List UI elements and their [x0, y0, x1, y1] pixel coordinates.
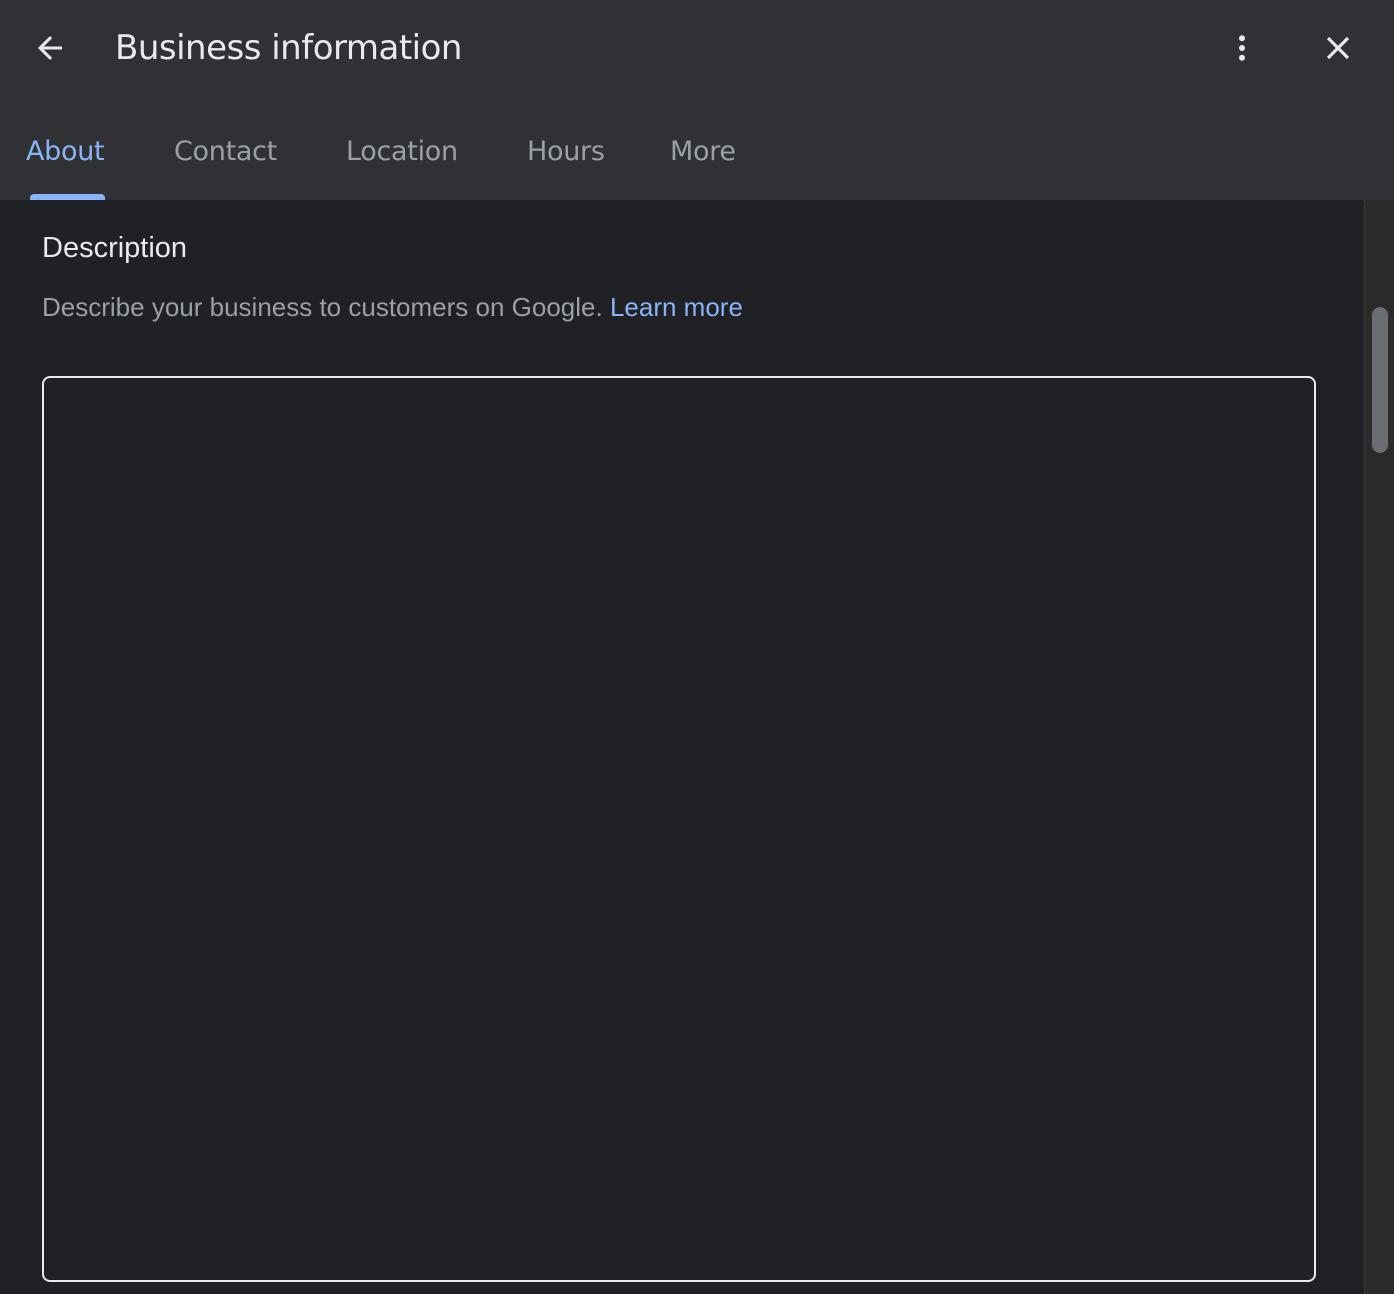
more-vert-icon [1239, 35, 1245, 61]
scrollbar-thumb[interactable] [1372, 307, 1388, 453]
tab-hours[interactable]: Hours [527, 120, 605, 200]
dialog-title: Business information [115, 28, 462, 68]
back-button[interactable] [26, 24, 74, 72]
learn-more-link[interactable]: Learn more [610, 292, 743, 322]
dialog-header: Business information About Contact Locat… [0, 0, 1394, 200]
tab-contact[interactable]: Contact [174, 120, 277, 200]
close-icon [1326, 36, 1350, 60]
more-options-button[interactable] [1218, 24, 1266, 72]
description-title: Description [42, 232, 188, 264]
tab-more[interactable]: More [670, 120, 736, 200]
tab-location[interactable]: Location [346, 120, 458, 200]
description-help-text: Describe your business to customers on G… [42, 290, 743, 324]
help-text: Describe your business to customers on G… [42, 292, 603, 322]
arrow-back-icon [38, 36, 62, 60]
tab-about[interactable]: About [26, 120, 105, 200]
description-input[interactable] [42, 376, 1316, 1282]
content-area: Description Describe your business to cu… [0, 200, 1364, 1294]
close-button[interactable] [1314, 24, 1362, 72]
